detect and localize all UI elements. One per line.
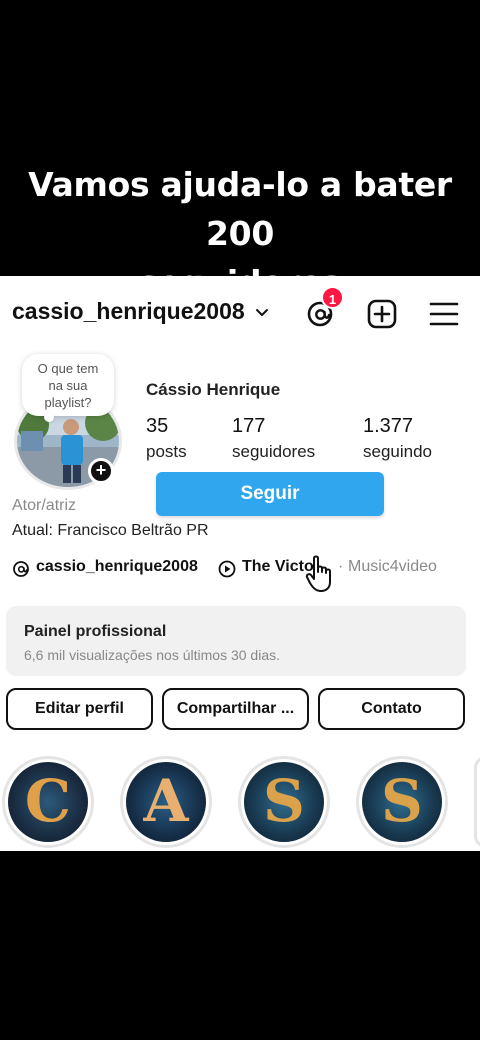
profile-links: cassio_henrique2008 The Victo · Music4vi… [12,558,472,580]
extra-link[interactable]: Music4video [348,558,437,576]
story-highlight-cover: A [126,762,206,842]
hand-cursor-icon [305,555,331,592]
story-highlight-letter: C [24,767,72,835]
chevron-down-icon[interactable] [254,304,270,320]
following-count[interactable]: 1.377 [363,415,413,438]
threads-link[interactable]: cassio_henrique2008 [36,558,198,576]
note-line-1: O que tem [37,361,99,376]
follow-button[interactable]: Seguir [156,472,384,516]
story-highlight-letter: S [381,767,423,835]
story-highlight[interactable]: S [356,756,448,848]
following-label[interactable]: seguindo [363,442,432,462]
profile-category: Ator/atriz [12,497,77,514]
play-circle-icon [218,560,236,578]
story-highlight[interactable]: A [120,756,212,848]
professional-dashboard-title: Painel profissional [24,623,167,640]
menu-icon[interactable] [428,298,460,330]
edit-profile-button[interactable]: Editar perfil [6,688,153,730]
note-bubble[interactable]: O que tem na sua playlist? [22,354,114,422]
profile-header: cassio_henrique2008 1 [12,286,470,330]
story-highlight-letter: S [263,767,305,835]
story-highlight[interactable]: S [238,756,330,848]
posts-count[interactable]: 35 [146,415,168,438]
story-highlight-cover: S [362,762,442,842]
threads-link-icon [13,561,29,577]
add-story-button[interactable]: + [88,458,114,484]
note-line-3: playlist? [44,395,92,410]
story-highlight[interactable]: C [2,756,94,848]
professional-dashboard-subtitle: 6,6 mil visualizações nos últimos 30 dia… [24,647,281,663]
username-switcher[interactable]: cassio_henrique2008 [12,298,245,325]
profile-full-name: Cássio Henrique [146,380,281,399]
followers-label[interactable]: seguidores [232,442,315,462]
followers-count[interactable]: 177 [232,415,265,438]
story-highlight-partial[interactable] [474,756,480,848]
video-link[interactable]: The Victo [242,558,314,576]
posts-label[interactable]: posts [146,442,187,462]
share-profile-button[interactable]: Compartilhar ... [162,688,309,730]
note-line-2: na sua [48,378,88,393]
story-highlight-letter: A [143,767,189,835]
profile-screen: cassio_henrique2008 1 O que tem na sua p… [0,276,480,851]
notification-badge: 1 [321,286,344,309]
add-content-icon[interactable] [366,298,398,330]
professional-dashboard[interactable]: Painel profissional 6,6 mil visualizaçõe… [6,606,466,676]
profile-location: Atual: Francisco Beltrão PR [12,522,209,539]
story-highlight-cover: S [244,762,324,842]
contact-button[interactable]: Contato [318,688,465,730]
story-highlight-cover: C [8,762,88,842]
caption-line-1: Vamos ajuda-lo a bater 200 [28,165,452,253]
